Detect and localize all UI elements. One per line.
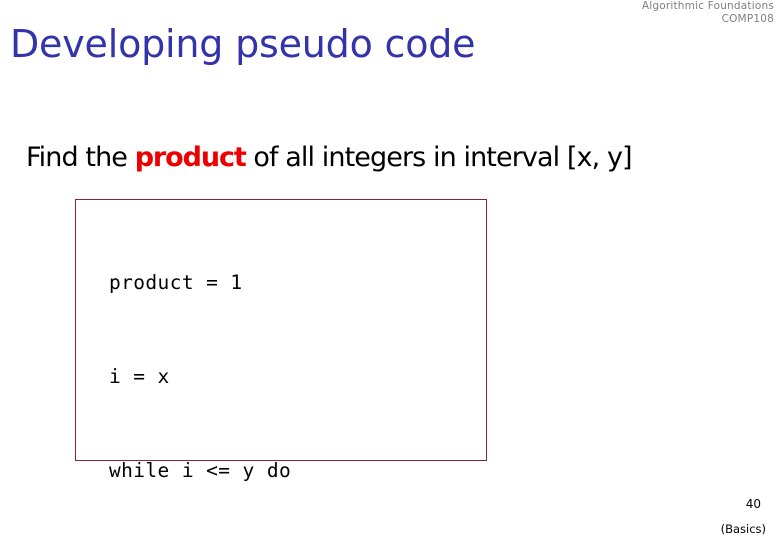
deck-label: (Basics) [720, 522, 766, 536]
pseudocode-box: product = 1 i = x while i <= y do begin … [75, 199, 487, 482]
problem-statement-keyword: product [134, 142, 247, 173]
page-title: Developing pseudo code [10, 22, 476, 66]
code-line: product = 1 [109, 270, 243, 294]
course-header: Algorithmic Foundations COMP108 [474, 0, 774, 26]
slide: Algorithmic Foundations COMP108 Developi… [0, 0, 780, 540]
problem-statement-prefix: Find the [26, 142, 135, 173]
pseudocode-text: product = 1 i = x while i <= y do begin … [109, 204, 388, 540]
code-line: while i <= y do [109, 459, 292, 483]
problem-statement-suffix: of all integers in interval [x, y] [245, 142, 632, 173]
course-title: Algorithmic Foundations [641, 0, 774, 12]
code-line: i = x [109, 365, 170, 389]
problem-statement: Find the product of all integers in inte… [26, 142, 633, 173]
course-code: COMP108 [721, 13, 774, 25]
page-number: 40 [745, 497, 761, 511]
